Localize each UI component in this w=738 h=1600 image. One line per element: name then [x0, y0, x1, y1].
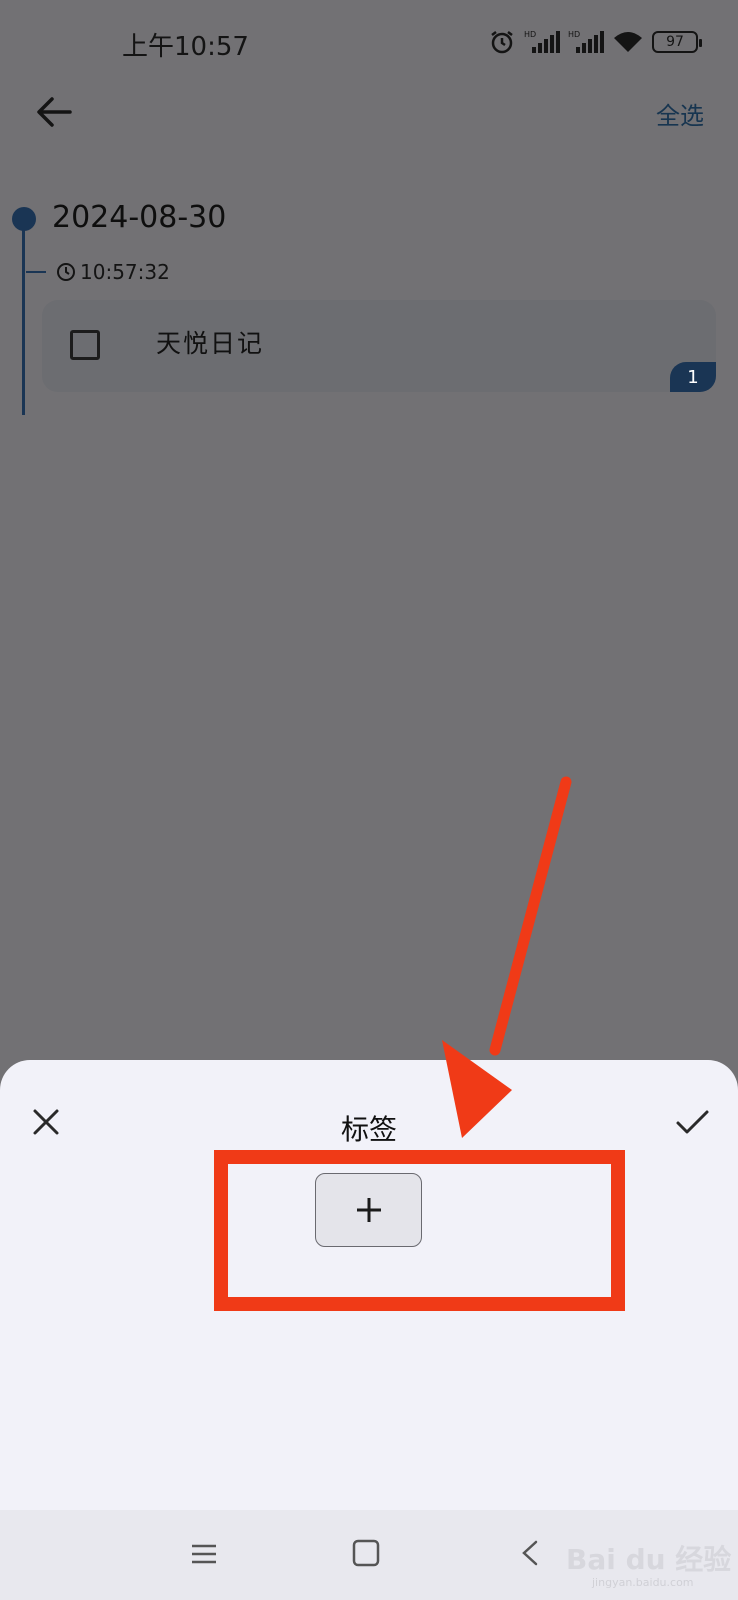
entry-checkbox[interactable]	[70, 330, 100, 360]
signal-hd-icon: HD	[568, 30, 604, 53]
status-bar: 上午10:57 HD HD 97	[0, 0, 738, 85]
select-all-button[interactable]: 全选	[656, 96, 704, 131]
highlight-annotation-box	[214, 1150, 625, 1311]
timeline-connector	[26, 271, 46, 273]
timeline-line	[22, 222, 25, 415]
arrow-left-icon[interactable]	[30, 88, 78, 136]
entry-count-badge: 1	[670, 362, 716, 392]
timeline-time-row: 10:57:32	[26, 260, 170, 284]
timeline-time: 10:57:32	[80, 260, 170, 284]
home-icon[interactable]	[351, 1538, 381, 1568]
signal-hd-icon: HD	[524, 30, 560, 53]
battery-icon: 97	[652, 31, 702, 53]
entry-title: 天悦日记	[156, 329, 265, 358]
battery-level: 97	[666, 34, 684, 50]
svg-text:HD: HD	[524, 30, 536, 39]
diary-entry-card[interactable]: 天悦日记 1	[42, 300, 716, 392]
menu-icon[interactable]	[190, 1540, 218, 1568]
watermark-url: jingyan.baidu.com	[592, 1576, 694, 1589]
status-time: 上午10:57	[122, 32, 249, 62]
svg-text:HD: HD	[568, 30, 580, 39]
tag-bottom-sheet: 标签	[0, 1060, 738, 1510]
watermark-brand: Bai du 经验	[566, 1543, 732, 1576]
nav-back-icon[interactable]	[516, 1538, 546, 1568]
sheet-title: 标签	[340, 1113, 397, 1146]
alarm-icon	[491, 31, 513, 54]
wifi-icon	[614, 32, 642, 52]
clock-icon	[57, 263, 75, 281]
check-icon[interactable]	[672, 1102, 712, 1142]
timeline-date: 2024-08-30	[52, 200, 227, 235]
status-icons: HD HD 97	[488, 28, 702, 56]
system-nav-bar: Bai du 经验 jingyan.baidu.com	[0, 1510, 738, 1600]
